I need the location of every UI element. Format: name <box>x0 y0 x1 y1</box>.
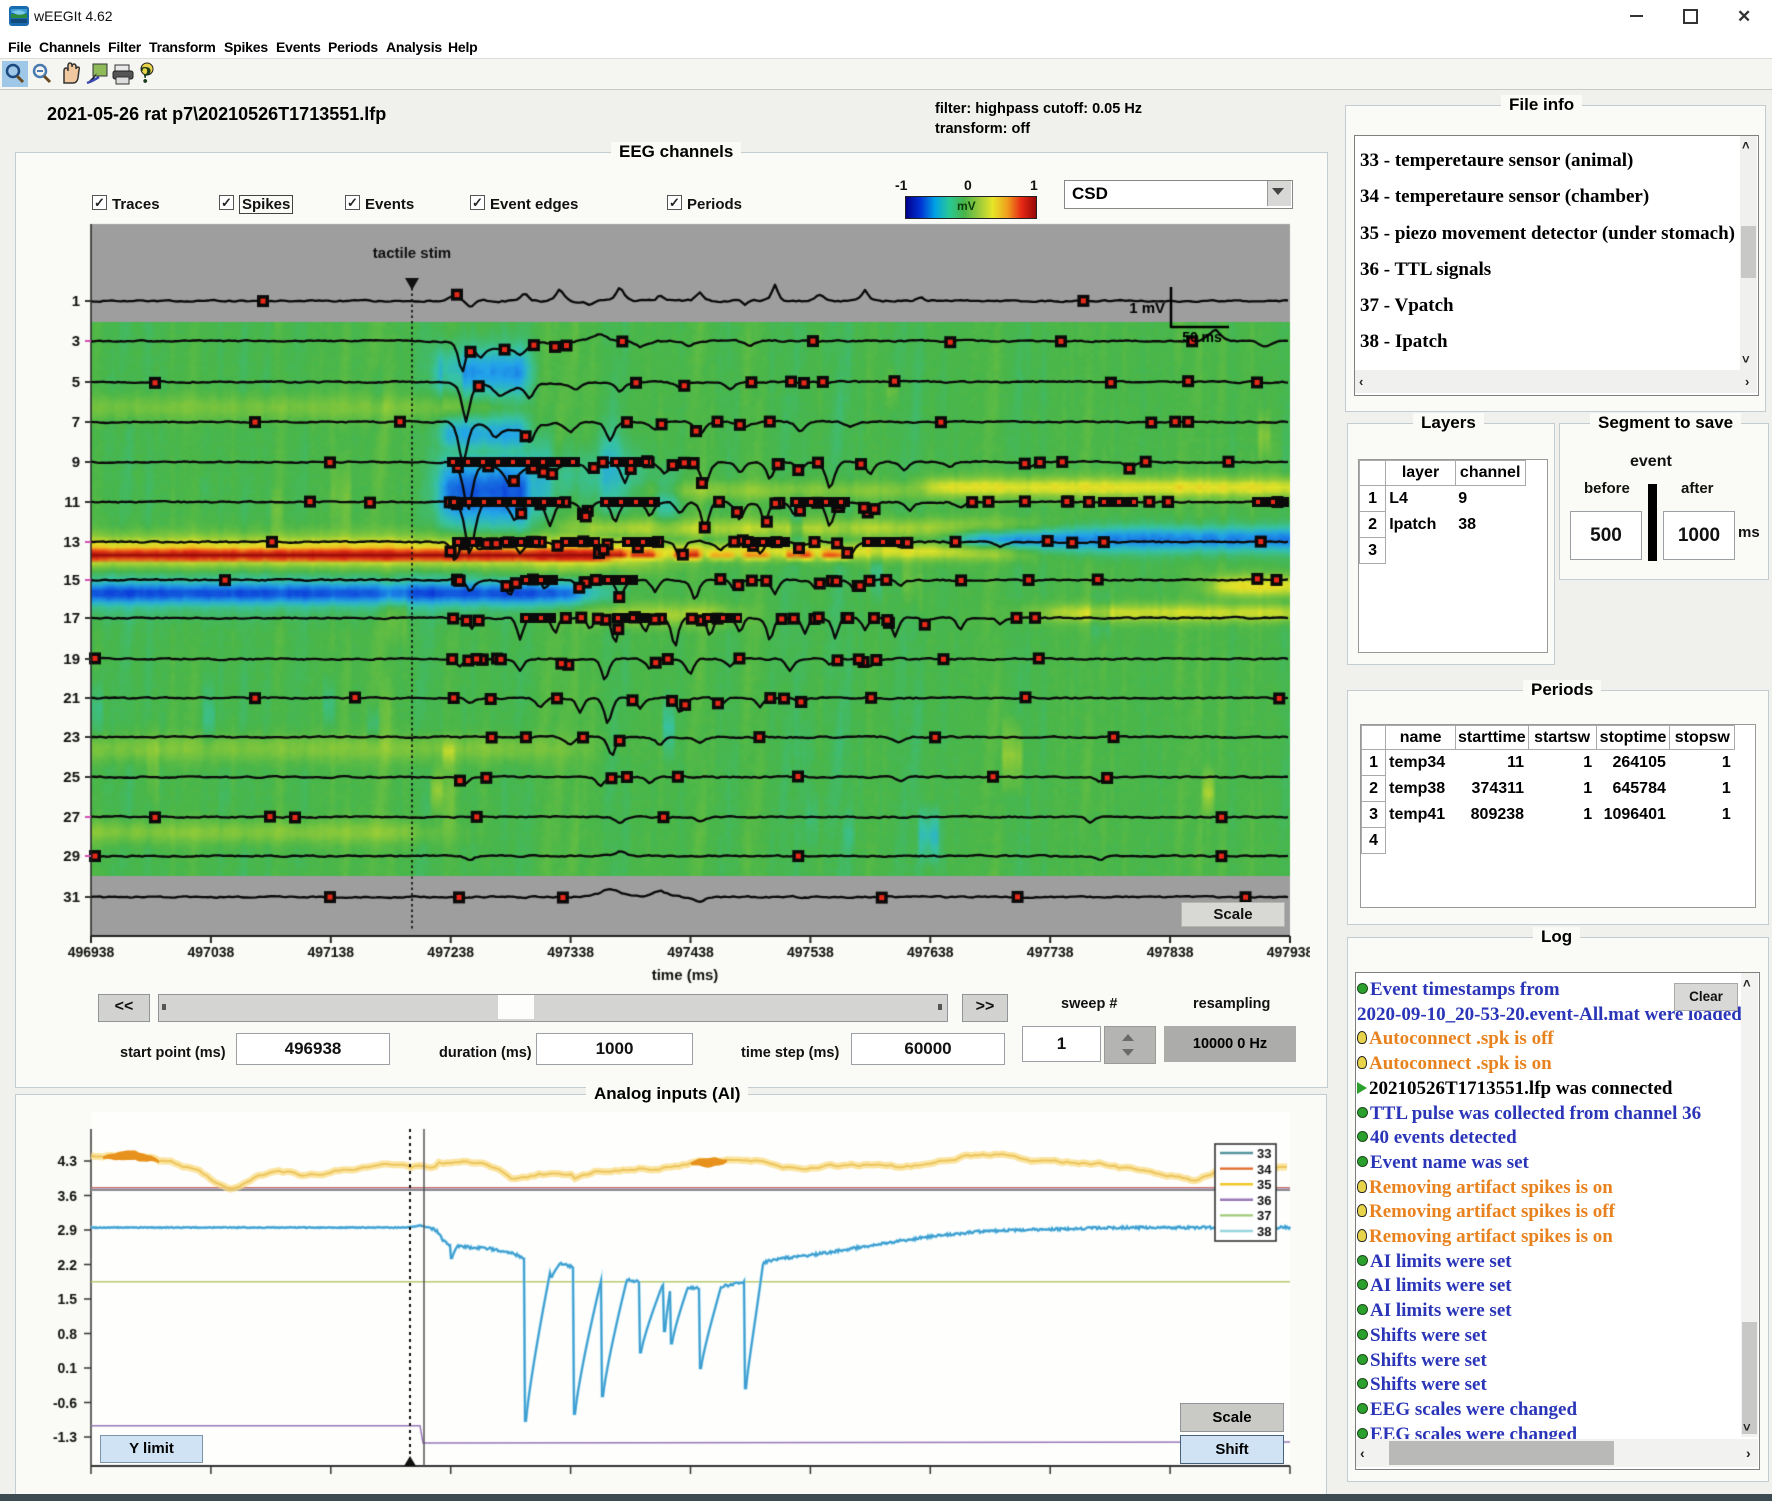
svg-text:?: ? <box>140 63 152 87</box>
